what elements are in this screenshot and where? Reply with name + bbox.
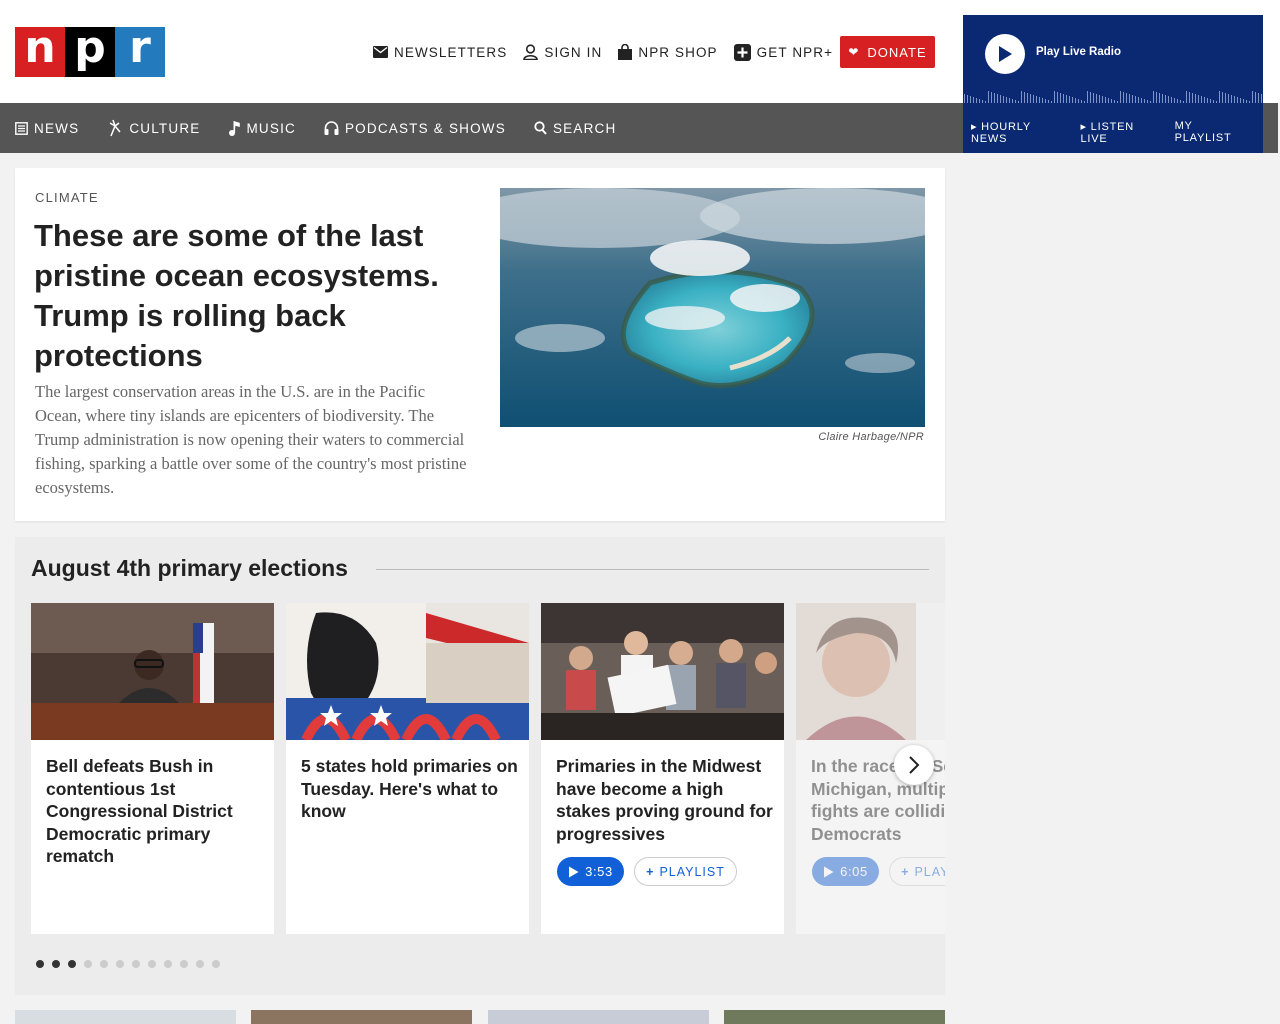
story-card-image [31, 603, 274, 740]
play-live-radio-button[interactable] [985, 34, 1025, 74]
carousel-dot[interactable] [36, 960, 44, 968]
ocean-island-image [500, 188, 925, 427]
story-teaser: The largest conservation areas in the U.… [35, 382, 467, 497]
image-credit: Claire Harbage/NPR [818, 431, 924, 443]
music-note-icon [229, 120, 241, 136]
carousel-dot[interactable] [68, 960, 76, 968]
player-links: ▸ HOURLY NEWS ▸ LISTEN LIVE MY PLAYLIST [971, 120, 1263, 145]
nav-label-podcasts: PODCASTS & SHOWS [344, 120, 506, 136]
carousel-dot[interactable] [132, 960, 140, 968]
logo-letter-n: n [15, 26, 65, 77]
donate-button[interactable]: ❤ DONATE [840, 36, 935, 68]
plus-square-icon [733, 43, 751, 61]
story-card-title: Bell defeats Bush in contentious 1st Con… [46, 756, 233, 866]
nav-label-news: NEWS [34, 120, 80, 136]
story-card[interactable]: Primaries in the Midwest have become a h… [541, 603, 784, 934]
playlist-label: PLAYLIST [914, 864, 945, 879]
featured-story: CLIMATE These are some of the last prist… [15, 168, 945, 521]
carousel-next-button[interactable] [894, 745, 934, 785]
logo-letter-p: p [65, 26, 115, 77]
carousel-dot[interactable] [100, 960, 108, 968]
newsletters-link[interactable]: NEWSLETTERS [373, 45, 507, 60]
next-story-thumbnail[interactable] [488, 1010, 709, 1024]
headphones-icon [324, 121, 339, 135]
add-to-playlist-button[interactable]: + PLAYLIST [889, 857, 945, 886]
next-story-thumbnail[interactable] [15, 1010, 236, 1024]
donate-label: DONATE [867, 44, 927, 60]
plus-icon: + [901, 864, 910, 879]
story-image[interactable] [500, 188, 925, 427]
nav-item-news[interactable]: NEWS [15, 121, 79, 136]
story-card-image [286, 603, 529, 740]
carousel-dot[interactable] [52, 960, 60, 968]
next-story-thumbnail[interactable] [251, 1010, 472, 1024]
newsletters-label: NEWSLETTERS [394, 44, 508, 60]
story-card-title: Primaries in the Midwest have become a h… [556, 756, 773, 844]
plus-icon: + [646, 864, 655, 879]
play-icon [569, 866, 579, 877]
nav-label-music: MUSIC [246, 120, 296, 136]
audio-play-button[interactable]: 6:05 [812, 857, 879, 886]
audio-controls: 3:53 + PLAYLIST [557, 857, 737, 886]
carousel-dot[interactable] [196, 960, 204, 968]
get-npr-plus-link[interactable]: GET NPR+ [733, 43, 834, 61]
next-story-thumbnail[interactable] [724, 1010, 945, 1024]
sign-in-link[interactable]: SIGN IN [523, 44, 602, 60]
user-icon [523, 44, 539, 60]
play-live-radio-label: Play Live Radio [1036, 46, 1122, 58]
audio-controls: 6:05 + PLAYLIST [812, 857, 945, 886]
shopping-bag-icon [618, 44, 633, 60]
nav-item-search[interactable]: SEARCH [534, 121, 616, 136]
chevron-right-icon [909, 756, 920, 774]
story-card[interactable]: Bell defeats Bush in contentious 1st Con… [31, 603, 274, 934]
audio-play-button[interactable]: 3:53 [557, 857, 624, 886]
mail-icon [373, 46, 388, 58]
story-kicker[interactable]: CLIMATE [35, 190, 99, 205]
live-radio-player: Play Live Radio ▸ HOURLY NEWS ▸ LISTEN L… [963, 15, 1263, 153]
search-icon [534, 121, 547, 135]
npr-shop-label: NPR SHOP [638, 44, 718, 60]
audio-duration: 3:53 [585, 864, 613, 879]
carousel-dot[interactable] [116, 960, 124, 968]
story-headline[interactable]: These are some of the last pristine ocea… [34, 216, 464, 376]
get-npr-plus-label: GET NPR+ [756, 44, 834, 60]
play-icon [999, 46, 1012, 62]
carousel-dot[interactable] [212, 960, 220, 968]
nav-item-culture[interactable]: CULTURE [107, 119, 200, 137]
sign-in-label: SIGN IN [544, 44, 603, 60]
story-card-title: 5 states hold primaries on Tuesday. Here… [301, 756, 518, 821]
story-card-image [541, 603, 784, 740]
carousel-dot[interactable] [148, 960, 156, 968]
primary-elections-section: August 4th primary elections Bell defeat… [15, 537, 945, 995]
carousel-dot[interactable] [84, 960, 92, 968]
culture-icon [109, 119, 121, 137]
my-playlist-link[interactable]: MY PLAYLIST [1175, 120, 1253, 145]
logo-letter-r: r [115, 26, 165, 77]
story-card[interactable]: 5 states hold primaries on Tuesday. Here… [286, 603, 529, 934]
story-card-image [796, 603, 945, 740]
main-nav: NEWS CULTURE MUSIC PODCASTS & SHOWS SEAR… [0, 103, 963, 153]
play-icon [824, 866, 834, 877]
nav-label-culture: CULTURE [129, 120, 201, 136]
hourly-news-link[interactable]: ▸ HOURLY NEWS [971, 120, 1071, 145]
nav-item-music[interactable]: MUSIC [228, 120, 296, 136]
npr-logo[interactable]: n p r [15, 26, 165, 77]
carousel-dot[interactable] [164, 960, 172, 968]
nav-extension [1263, 103, 1278, 153]
carousel-pagination [36, 960, 228, 968]
audio-waveform-icon [964, 91, 1262, 103]
header-links: NEWSLETTERS SIGN IN NPR SHOP GET NPR+ [373, 41, 849, 63]
npr-shop-link[interactable]: NPR SHOP [618, 44, 717, 60]
add-to-playlist-button[interactable]: + PLAYLIST [634, 857, 737, 886]
listen-live-link[interactable]: ▸ LISTEN LIVE [1081, 120, 1165, 145]
nav-item-podcasts[interactable]: PODCASTS & SHOWS [324, 121, 506, 136]
heart-icon: ❤ [848, 45, 860, 59]
nav-label-search: SEARCH [552, 120, 617, 136]
section-title[interactable]: August 4th primary elections [31, 555, 348, 582]
newspaper-icon [15, 121, 28, 135]
audio-duration: 6:05 [840, 864, 868, 879]
section-divider [376, 569, 929, 570]
playlist-label: PLAYLIST [659, 864, 725, 879]
carousel-dot[interactable] [180, 960, 188, 968]
